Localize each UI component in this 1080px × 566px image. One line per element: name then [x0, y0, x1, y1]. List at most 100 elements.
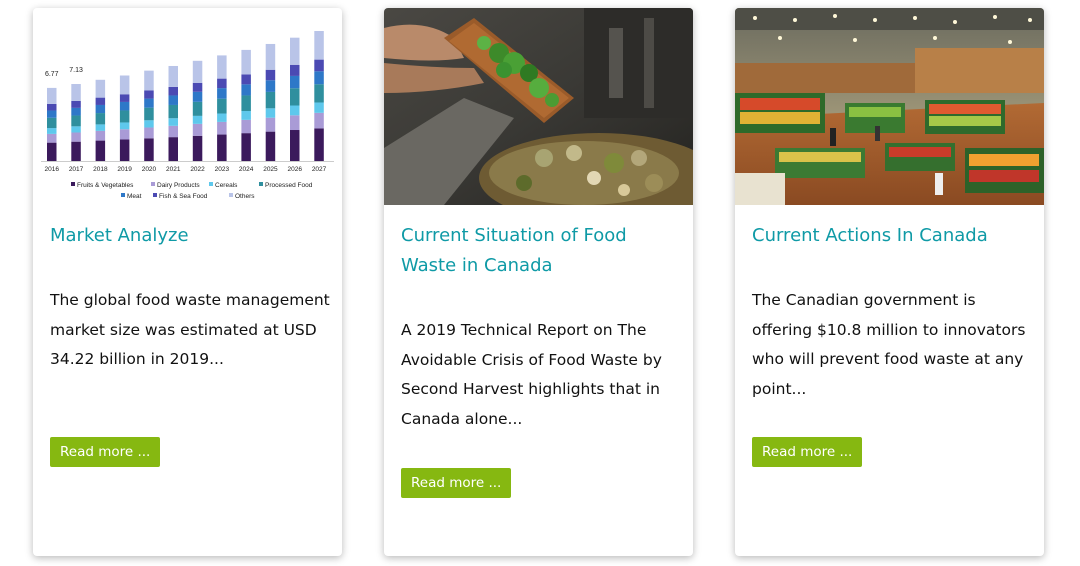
- x-tick-label: 2024: [239, 166, 254, 173]
- card-text: The global food waste management market …: [50, 291, 330, 368]
- bar-segment-2024-2: [241, 111, 251, 120]
- bar-segment-2027-0: [314, 128, 324, 161]
- bar-segment-2019-6: [119, 75, 130, 95]
- bar-segment-2024-6: [241, 49, 251, 75]
- bar-segment-2021-5: [168, 86, 178, 96]
- x-tick-label: 2017: [69, 166, 84, 173]
- x-tick-label: 2022: [190, 166, 205, 173]
- bar-segment-2026-6: [290, 37, 300, 65]
- x-tick-label: 2018: [93, 166, 108, 173]
- x-tick-label: 2027: [312, 166, 327, 173]
- legend-swatch: [229, 193, 233, 197]
- read-more-button[interactable]: Read more ...: [752, 437, 863, 467]
- legend-label: Fish & Sea Food: [159, 193, 208, 200]
- bar-segment-2025-6: [265, 43, 276, 70]
- bar-segment-2018-3: [95, 113, 106, 125]
- legend-swatch: [151, 182, 155, 186]
- card-title: Current Actions In Canada: [752, 225, 988, 246]
- legend-label: Processed Food: [265, 182, 313, 189]
- bar-segment-2023-0: [217, 134, 227, 161]
- legend-label: Cereals: [215, 182, 238, 189]
- legend-swatch: [121, 193, 125, 197]
- bar-segment-2025-5: [265, 69, 276, 81]
- bar-segment-2018-6: [95, 79, 106, 98]
- legend-swatch: [153, 193, 157, 197]
- bar-segment-2027-6: [314, 31, 324, 60]
- bar-segment-2019-2: [119, 122, 130, 130]
- bar-segment-2022-3: [192, 101, 203, 116]
- bar-segment-2018-0: [95, 140, 106, 161]
- x-tick-label: 2025: [263, 166, 278, 173]
- bar-segment-2017-2: [71, 126, 81, 133]
- card-text: A 2019 Technical Report on The Avoidable…: [401, 321, 662, 428]
- bar-segment-2022-1: [192, 123, 203, 136]
- bar-segment-2018-5: [95, 97, 106, 105]
- bar-segment-2020-1: [144, 127, 154, 139]
- bar-segment-2019-3: [119, 110, 130, 123]
- grocery-store-image: [735, 8, 1044, 205]
- bar-segment-2022-2: [192, 115, 203, 124]
- bar-segment-2023-2: [217, 113, 227, 122]
- bar-segment-2020-3: [144, 107, 154, 121]
- bar-segment-2027-4: [314, 71, 324, 85]
- bar-segment-2019-1: [119, 129, 130, 140]
- grocery-store-photo: [735, 8, 1044, 205]
- bar-segment-2018-2: [95, 124, 106, 131]
- bar-segment-2020-4: [144, 98, 154, 108]
- bar-segment-2026-2: [290, 105, 300, 116]
- bar-segment-2025-1: [265, 117, 276, 132]
- bar-segment-2021-0: [168, 137, 178, 161]
- card-title: Market Analyze: [50, 225, 189, 246]
- bar-segment-2016-0: [47, 142, 57, 161]
- bar-segment-2025-2: [265, 108, 276, 118]
- bar-segment-2020-0: [144, 138, 154, 161]
- x-tick-label: 2021: [166, 166, 181, 173]
- bar-segment-2019-0: [119, 139, 130, 161]
- bar-segment-2021-1: [168, 125, 178, 138]
- bar-segment-2017-0: [71, 141, 81, 161]
- x-tick-label: 2023: [215, 166, 230, 173]
- legend-swatch: [71, 182, 75, 186]
- legend-label: Fruits & Vegetables: [77, 182, 134, 189]
- bar-segment-2023-3: [217, 98, 227, 114]
- bar-segment-2016-6: [47, 87, 57, 104]
- bar-segment-2026-4: [290, 75, 300, 89]
- card-food-waste-situation: Current Situation of Food Waste in Canad…: [384, 8, 693, 556]
- compost-image: [384, 8, 693, 205]
- read-more-button[interactable]: Read more ...: [401, 468, 512, 498]
- bar-segment-2022-0: [192, 135, 203, 161]
- market-chart: 2016 6.77 2017 7.13 2018 2019 2020 2021 2022 2023…: [33, 8, 342, 205]
- read-more-button[interactable]: Read more ...: [50, 437, 161, 467]
- bar-segment-2022-6: [192, 60, 203, 83]
- legend-label: Meat: [127, 193, 142, 200]
- bar-segment-2017-3: [71, 115, 81, 127]
- bar-segment-2027-2: [314, 102, 324, 113]
- legend-label: Others: [235, 193, 255, 200]
- bar-segment-2019-5: [119, 94, 130, 102]
- bar-segment-2020-2: [144, 120, 154, 128]
- bar-segment-2017-1: [71, 132, 81, 142]
- bar-segment-2025-3: [265, 91, 276, 109]
- bar-segment-2022-5: [192, 82, 203, 92]
- bar-segment-2027-1: [314, 112, 324, 129]
- bar-segment-2017-6: [71, 84, 81, 101]
- bar-segment-2024-3: [241, 95, 251, 112]
- bar-segment-2016-1: [47, 133, 57, 143]
- bar-segment-2019-4: [119, 101, 130, 111]
- bar-segment-2023-5: [217, 78, 227, 89]
- bar-segment-2016-5: [47, 103, 57, 111]
- bar-segment-2021-4: [168, 95, 178, 105]
- legend-swatch: [259, 182, 263, 186]
- bar-segment-2027-5: [314, 59, 324, 72]
- bar-segment-2020-5: [144, 90, 154, 99]
- card-market-analyze: 2016 6.77 2017 7.13 2018 2019 2020 2021 2022 2023…: [33, 8, 342, 556]
- bar-segment-2025-0: [265, 131, 276, 161]
- data-label: 7.13: [69, 67, 83, 74]
- bar-segment-2027-3: [314, 84, 324, 103]
- bar-segment-2021-6: [168, 65, 178, 87]
- bar-segment-2020-6: [144, 70, 154, 91]
- bar-segment-2021-3: [168, 104, 178, 119]
- bar-segment-2021-2: [168, 118, 178, 126]
- compost-photo: [384, 8, 693, 205]
- bar-segment-2016-3: [47, 117, 57, 129]
